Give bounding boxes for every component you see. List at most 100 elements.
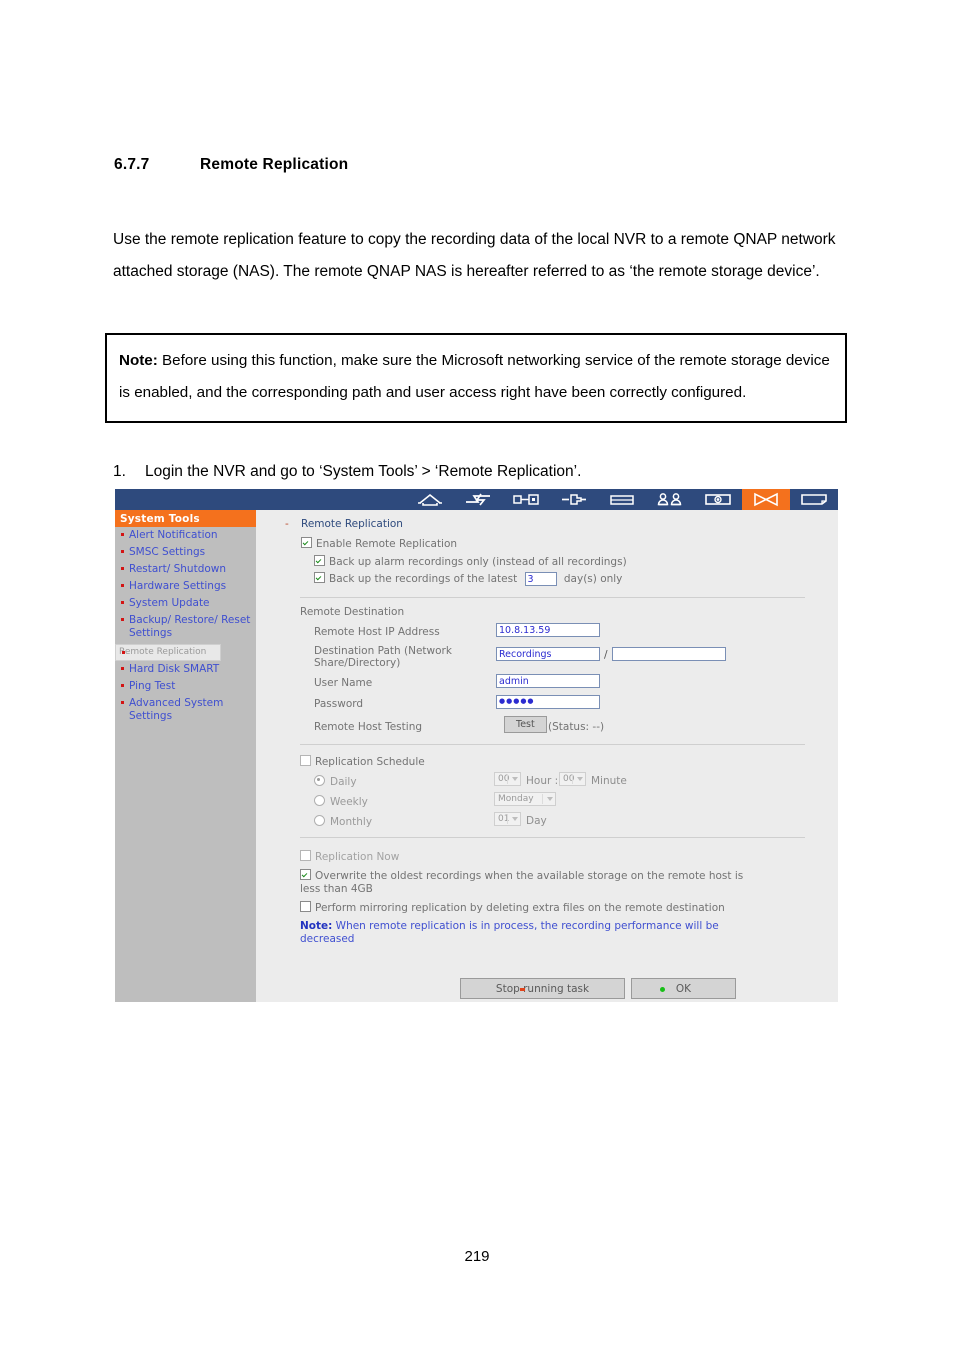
user-input[interactable]: admin [496,674,600,688]
divider [300,744,805,745]
ok-button[interactable]: OK [631,978,736,999]
replication-now-row[interactable]: Replication Now [300,850,399,863]
latest-days-row[interactable]: Back up the recordings of the latest 3 d… [314,572,622,586]
select-divider [542,794,543,804]
hour-select[interactable]: 00 [494,772,521,786]
enable-remote-replication-row[interactable]: Enable Remote Replication [301,537,457,550]
replication-now-checkbox[interactable] [300,850,311,861]
replication-schedule-row[interactable]: Replication Schedule [300,755,425,768]
test-button[interactable]: Test [504,716,547,733]
hour-label: Hour : [526,775,559,787]
bowtie-icon[interactable] [742,489,790,510]
path-share-input[interactable]: Recordings [496,647,600,661]
latest-days-input[interactable]: 3 [524,572,557,586]
sidebar-item-label: Hardware Settings [129,580,227,592]
app-toolbar [115,489,838,510]
select-divider [507,774,508,784]
sidebar-item-hard-disk-smart[interactable]: Hard Disk SMART [115,661,256,678]
weekly-label: Weekly [330,796,368,808]
minute-select[interactable]: 00 [559,772,586,786]
step-text: Login the NVR and go to ‘System Tools’ >… [145,463,582,480]
weekday-value: Monday [498,794,534,804]
remote-host-testing-label: Remote Host Testing [314,721,423,733]
latest-days-suffix: day(s) only [563,573,623,585]
panel-note: Note: When remote replication is in proc… [300,920,750,946]
users-icon[interactable] [646,489,694,510]
divider [300,597,805,598]
path-label-line1: Destination Path (Network [314,645,452,657]
sidebar-item-label: Hard Disk SMART [129,663,220,675]
sidebar-item-backup-restore-reset-settings[interactable]: Backup/ Restore/ Reset Settings [115,612,256,642]
password-input[interactable]: ●●●●● [496,695,600,709]
sidebar-title: System Tools [115,510,256,527]
sidebar-item-label: Alert Notification [129,529,218,541]
key-icon[interactable] [502,489,550,510]
bullet-icon [121,533,124,536]
weekday-select[interactable]: Monday [494,792,556,806]
chevron-down-icon [577,777,583,781]
sidebar-item-hardware-settings[interactable]: Hardware Settings [115,578,256,595]
sidebar-item-restart-shutdown[interactable]: Restart/ Shutdown [115,561,256,578]
bullet-icon [121,618,124,621]
lightning-icon[interactable] [454,489,502,510]
chevron-down-icon [512,777,518,781]
sidebar-item-smsc-settings[interactable]: SMSC Settings [115,544,256,561]
sidebar-item-label: Restart/ Shutdown [129,563,227,575]
sidebar-item-label: Remote Replication [119,647,207,657]
app-sidebar: System Tools Alert Notification SMSC Set… [115,510,256,1002]
note-icon[interactable] [790,489,838,510]
tree-collapse-toggle[interactable]: - [285,518,289,530]
app-main-panel: - Remote Replication Enable Remote Repli… [256,510,838,1002]
intro-paragraph: Use the remote replication feature to co… [113,231,836,280]
sidebar-item-advanced-system-settings[interactable]: Advanced System Settings [115,695,256,725]
ip-input[interactable]: 10.8.13.59 [496,623,600,637]
step-number: 1. [113,463,126,480]
weekly-radio[interactable] [314,795,325,806]
bullet-icon [121,684,124,687]
sidebar-item-label: Ping Test [129,680,176,692]
overwrite-checkbox[interactable] [300,869,311,880]
page-number: 219 [464,1248,490,1265]
mirroring-row[interactable]: Perform mirroring replication by deletin… [300,901,725,914]
monthly-label: Monthly [330,816,373,828]
monitor-icon[interactable] [694,489,742,510]
heading-number: 6.7.7 [114,156,150,173]
path-separator: / [604,649,608,661]
daily-radio[interactable] [314,775,325,786]
sidebar-item-remote-replication[interactable]: Remote Replication [115,644,222,661]
sidebar-item-label: System Update [129,597,210,609]
daily-row[interactable]: Daily [314,775,357,788]
bullet-icon [121,567,124,570]
bullet-icon [121,667,124,670]
overwrite-label: Overwrite the oldest recordings when the… [300,870,744,895]
weekly-row[interactable]: Weekly [314,795,368,808]
mirroring-label: Perform mirroring replication by deletin… [315,902,725,914]
note-text: Before using this function, make sure th… [119,352,830,401]
day-label: Day [526,815,547,827]
path-directory-input[interactable] [612,647,726,661]
document-page: 6.7.7 Remote Replication Use the remote r… [0,0,954,1350]
monthly-radio[interactable] [314,815,325,826]
select-divider [572,774,573,784]
monthly-row[interactable]: Monthly [314,815,372,828]
home-icon[interactable] [406,489,454,510]
monthday-select[interactable]: 01 [494,812,521,826]
page-title: 6.7.7 Remote Replication [114,156,348,174]
replication-schedule-checkbox[interactable] [300,755,311,766]
enable-remote-replication-label: Enable Remote Replication [316,538,458,550]
latest-days-checkbox[interactable] [314,572,325,583]
alarm-only-row[interactable]: Back up alarm recordings only (instead o… [314,555,627,568]
mirroring-checkbox[interactable] [300,901,311,912]
list-icon[interactable] [598,489,646,510]
alarm-only-checkbox[interactable] [314,555,325,566]
sidebar-item-ping-test[interactable]: Ping Test [115,678,256,695]
step-1: 1. Login the NVR and go to ‘System Tools’… [113,460,853,484]
bullet-icon [121,701,124,704]
sidebar-item-system-update[interactable]: System Update [115,595,256,612]
bullet-icon [121,601,124,604]
overwrite-row[interactable]: Overwrite the oldest recordings when the… [300,869,760,896]
plug-icon[interactable] [550,489,598,510]
enable-remote-replication-checkbox[interactable] [301,537,312,548]
sidebar-item-alert-notification[interactable]: Alert Notification [115,527,256,544]
stop-running-task-button[interactable]: Stop running task [460,978,625,999]
